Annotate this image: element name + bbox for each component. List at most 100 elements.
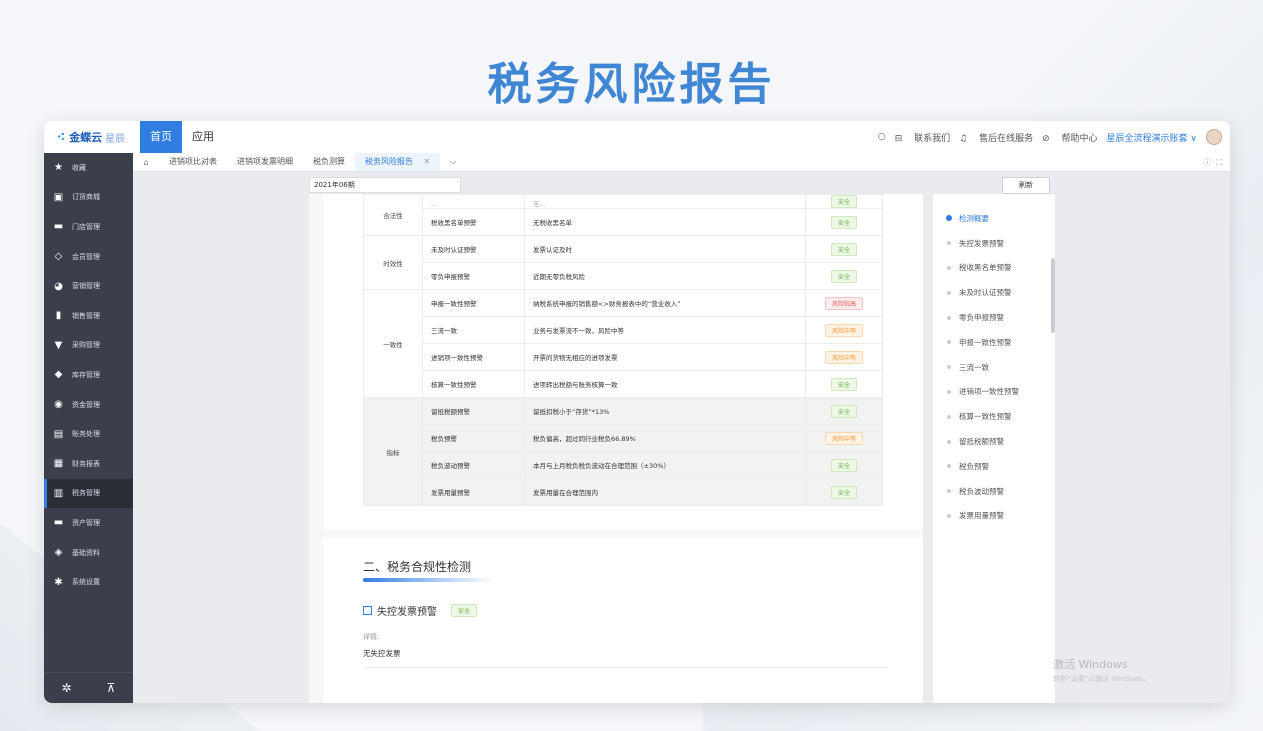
sidebar-item[interactable]: ◇ 会员管理 xyxy=(44,242,133,272)
status-badge: 安全 xyxy=(830,215,857,229)
sidebar-item-label: 资产管理 xyxy=(72,518,100,527)
outline-item-label: 税收黑名单预警 xyxy=(959,263,1012,273)
outline-item[interactable]: 发票用量预警 xyxy=(947,504,1019,529)
tab-invoice-detail[interactable]: 进销项发票明细 xyxy=(227,153,303,171)
chevron-down-icon[interactable]: ⌵ xyxy=(440,153,466,171)
outline-item-label: 零负申报预警 xyxy=(959,313,1004,323)
outline-item[interactable]: 检测概要 xyxy=(946,206,1019,231)
bullet-icon xyxy=(947,439,951,444)
risk-table: 合法性... 无... 安全 税收黑名单预警 无税收黑名单 安全 时效性 未及时认证预警 发票认… xyxy=(363,194,883,506)
avatar[interactable] xyxy=(1206,129,1222,145)
outline-item[interactable]: 税负预警 xyxy=(947,454,1019,479)
account-selector[interactable]: 星辰全流程演示账套 ∨ xyxy=(1107,131,1197,144)
outline-item[interactable]: 税负波动预警 xyxy=(947,479,1019,504)
tab-tax-risk-report[interactable]: 税务风险报告 ✕ xyxy=(355,153,441,171)
sidebar-item[interactable]: ◆ 库存管理 xyxy=(44,360,133,390)
ledger-icon: ▤ xyxy=(53,428,64,440)
outline-item[interactable]: 失控发票预警 xyxy=(947,231,1019,256)
outline-list: 检测概要 失控发票预警税收黑名单预警未及时认证预警零负申报预警申报一致性预警 三流一… xyxy=(946,206,1019,529)
close-icon[interactable]: ✕ xyxy=(424,157,431,166)
marketing-icon: ◕ xyxy=(54,280,63,292)
outline-item[interactable]: 零负申报预警 xyxy=(947,305,1019,330)
status-cell: 安全 xyxy=(805,451,883,479)
checkbox-icon xyxy=(363,606,372,615)
category-cell: 时效性 xyxy=(363,235,423,290)
bullet-icon xyxy=(947,290,951,295)
table-row: 指标 留抵税额预警 留抵扣税小于“存货”*13% 安全 xyxy=(363,397,883,506)
bullet-icon xyxy=(947,365,951,370)
topnav-apps[interactable]: 应用 xyxy=(182,121,224,153)
help-link[interactable]: ⊘ 帮助中心 xyxy=(1042,131,1097,144)
sidebar-item[interactable]: ▼ 采购管理 xyxy=(44,331,133,361)
status-cell: 安全 xyxy=(805,262,883,290)
sidebar-item[interactable]: ▤ 账务处理 xyxy=(44,419,133,449)
status-badge: 安全 xyxy=(451,604,478,617)
home-icon[interactable]: ⌂ xyxy=(133,158,159,167)
outline-item[interactable]: 申报一致性预警 xyxy=(947,330,1019,355)
check-name-cell: ... xyxy=(422,194,525,209)
category-cell: 合法性 xyxy=(363,194,423,236)
scrollbar[interactable] xyxy=(1051,258,1055,333)
sidebar-item[interactable]: ▬ 门店管理 xyxy=(44,212,133,242)
section-title: 二、税务合规性检测 xyxy=(363,560,472,574)
period-selector[interactable]: 2021年06期 xyxy=(309,177,461,193)
sidebar-item[interactable]: ◕ 营销管理 xyxy=(44,271,133,301)
table-row: 三流一致 业务与发票流不一致，风险中等 风险中等 xyxy=(364,316,883,344)
tab-label: 税务风险报告 xyxy=(365,157,413,166)
outline-item[interactable]: 留抵税额预警 xyxy=(947,429,1019,454)
sidebar-item[interactable]: ▦ 财务报表 xyxy=(44,449,133,479)
sidebar-item[interactable]: ▮ 销售管理 xyxy=(44,301,133,331)
logo-text: 金蝶云 xyxy=(69,131,103,144)
sidebar-item-label: 资金管理 xyxy=(72,400,100,409)
sidebar-item[interactable]: ◉ 资金管理 xyxy=(44,390,133,420)
tab-io-compare[interactable]: 进销项比对表 xyxy=(159,153,227,171)
layers-icon: ◈ xyxy=(54,547,63,559)
app-logo[interactable]: ⁖ 金蝶云 星辰 xyxy=(44,121,138,153)
outline-item[interactable]: 三流一致 xyxy=(947,355,1019,380)
check-name-cell: 税负波动预警 xyxy=(422,451,525,479)
pin-icon[interactable]: ⊼ xyxy=(107,681,116,695)
check-name-cell: 税收黑名单预警 xyxy=(422,208,525,236)
refresh-button[interactable]: 刷新 xyxy=(1002,177,1050,194)
service-link[interactable]: ♫ 售后在线服务 xyxy=(959,131,1033,144)
status-badge: 安全 xyxy=(830,269,857,283)
tab-tax-burden[interactable]: 税负测算 xyxy=(303,153,355,171)
sidebar-item[interactable]: ▣ 订货商城 xyxy=(44,183,133,213)
check-name-cell: 进销项一致性预警 xyxy=(422,343,525,371)
sidebar-item[interactable]: ▥ 税务管理 xyxy=(44,478,133,509)
topnav-home[interactable]: 首页 xyxy=(140,121,182,153)
category-cell: 指标 xyxy=(363,397,423,506)
sidebar-item[interactable]: ★ 收藏 xyxy=(44,153,133,183)
outline-item[interactable]: 核算一致性预警 xyxy=(947,404,1019,429)
outline-item[interactable]: 税收黑名单预警 xyxy=(947,256,1019,281)
watermark-line2: 转到“设置”以激活 Windows。 xyxy=(1053,675,1150,683)
bullet-icon xyxy=(947,414,951,419)
table-row: 税负预警 税负偏高，超过同行业税负66.89% 风险中等 xyxy=(364,424,883,452)
store-icon: ▬ xyxy=(53,221,64,233)
table-row: 合法性... 无... 安全 xyxy=(363,194,883,236)
gear-icon[interactable]: ✲ xyxy=(62,681,72,695)
windows-watermark: 激活 Windows 转到“设置”以激活 Windows。 xyxy=(1053,656,1150,684)
top-nav: 首页 应用 xyxy=(140,121,224,153)
service-label: 售后在线服务 xyxy=(979,133,1034,144)
outline-item[interactable]: 未及时认证预警 xyxy=(947,280,1019,305)
status-cell: 安全 xyxy=(805,235,883,263)
contact-label: 联系我们 xyxy=(914,133,951,144)
outline-item-label: 进销项一致性预警 xyxy=(959,387,1019,397)
check-item-title: 失控发票预警 安全 xyxy=(363,603,478,618)
status-cell: 风险中等 xyxy=(805,343,883,371)
contact-link[interactable]: ⊟ 联系我们 xyxy=(895,131,950,144)
sidebar-item[interactable]: ▬ 资产管理 xyxy=(44,508,133,538)
outline-item[interactable]: 进销项一致性预警 xyxy=(947,380,1019,405)
report-panel: 合法性... 无... 安全 税收黑名单预警 无税收黑名单 安全 时效性 未及时认证预警 发票认… xyxy=(309,194,923,703)
sidebar-item[interactable]: ✱ 系统设置 xyxy=(44,567,133,597)
bullet-icon xyxy=(947,464,951,469)
status-badge: 风险较高 xyxy=(824,296,863,310)
help-circle-icon[interactable]: ⓘ ⛶ xyxy=(1203,157,1222,168)
result-cell: 本月与上月税负税负波动在合理范围（±30%） xyxy=(524,451,806,479)
sidebar-item[interactable]: ◈ 基础资料 xyxy=(44,538,133,568)
search-icon[interactable]: ○ xyxy=(878,132,886,142)
section-underline xyxy=(363,578,493,582)
sidebar-item-label: 系统设置 xyxy=(72,578,100,587)
result-cell: 发票认证及时 xyxy=(524,235,806,263)
